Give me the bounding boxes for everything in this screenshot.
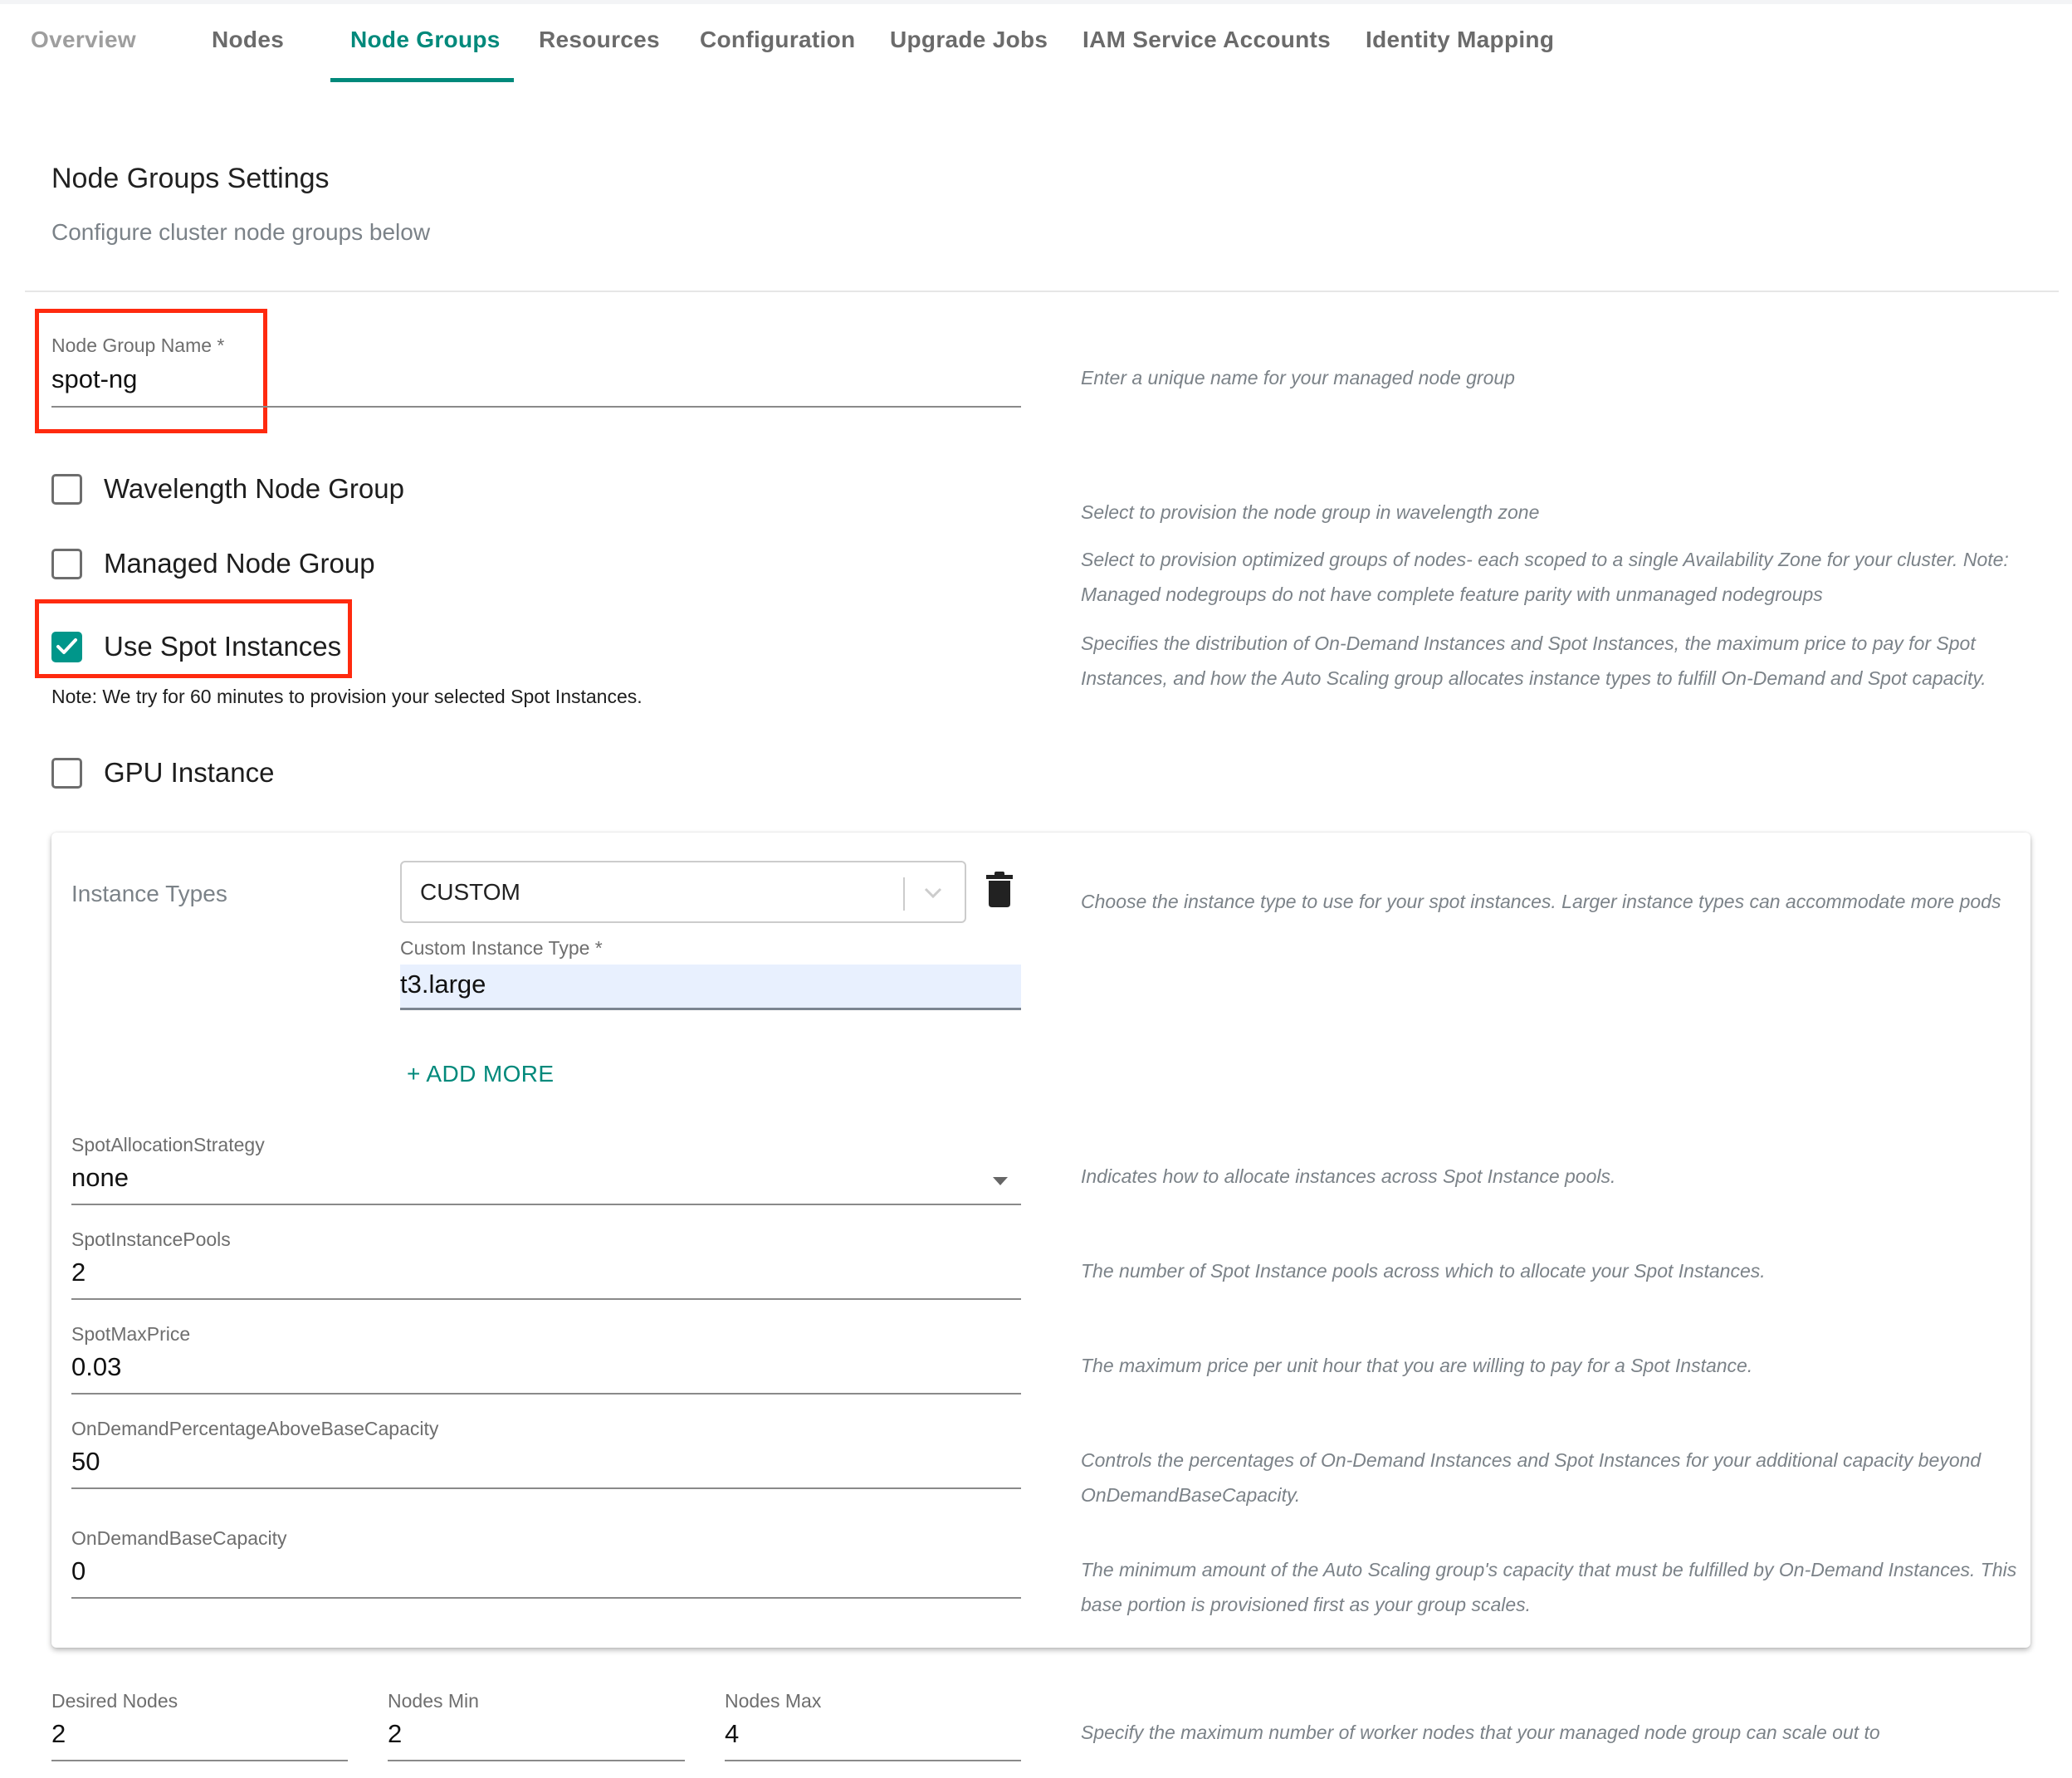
spot-note: Note: We try for 60 minutes to provision… [51,686,643,707]
nodes-max-input[interactable]: 4 [725,1719,739,1749]
chevron-down-icon [922,882,944,907]
spot-allocation-strategy-underline [71,1204,1021,1205]
spot-max-price-underline [71,1393,1021,1395]
instance-type-select-value: CUSTOM [420,879,520,905]
spot-config-card [51,833,2030,1648]
instance-types-label: Instance Types [71,881,227,906]
checkbox-unchecked-icon [51,548,82,579]
tab-nodes[interactable]: Nodes [212,27,284,53]
tab-resources[interactable]: Resources [539,27,660,53]
spot-allocation-strategy-help: Indicates how to allocate instances acro… [1081,1165,1616,1187]
top-strip [0,0,2072,4]
gpu-instance-checkbox[interactable]: GPU Instance [51,757,274,789]
on-demand-percentage-underline [71,1487,1021,1489]
spot-instance-pools-underline [71,1298,1021,1300]
on-demand-percentage-input[interactable]: 50 [71,1447,100,1477]
tab-configuration[interactable]: Configuration [700,27,855,53]
header-divider [25,291,2059,292]
gpu-instance-label: GPU Instance [104,757,275,788]
spot-instance-pools-input[interactable]: 2 [71,1258,86,1287]
page-title: Node Groups Settings [51,163,330,194]
custom-instance-type-label: Custom Instance Type * [400,937,603,959]
managed-node-group-checkbox[interactable]: Managed Node Group [51,548,375,579]
node-group-name-input[interactable]: spot-ng [51,364,137,394]
dropdown-arrow-icon[interactable] [993,1177,1008,1185]
desired-nodes-label: Desired Nodes [51,1690,178,1712]
nodes-scaling-help: Specify the maximum number of worker nod… [1081,1722,1880,1743]
custom-instance-type-value: t3.large [400,970,486,999]
add-more-button[interactable]: + ADD MORE [407,1061,554,1087]
on-demand-base-capacity-underline [71,1597,1021,1599]
on-demand-percentage-help: Controls the percentages of On-Demand In… [1081,1449,1982,1506]
active-tab-indicator [330,78,514,82]
use-spot-instances-label: Use Spot Instances [104,631,342,662]
nodes-max-underline [725,1760,1021,1761]
checkbox-unchecked-icon [51,757,82,789]
tab-identity-mapping[interactable]: Identity Mapping [1366,27,1554,53]
spot-instance-pools-help: The number of Spot Instance pools across… [1081,1260,1766,1282]
wavelength-help: Select to provision the node group in wa… [1081,501,1540,523]
checkbox-checked-icon [51,631,82,662]
wavelength-node-group-checkbox[interactable]: Wavelength Node Group [51,473,404,505]
tab-node-groups[interactable]: Node Groups [350,27,501,53]
spot-max-price-label: SpotMaxPrice [71,1323,191,1345]
delete-instance-type-button[interactable] [985,872,1014,912]
instance-types-help: Choose the instance type to use for your… [1081,891,2001,912]
node-group-name-label: Node Group Name * [51,335,225,356]
spot-max-price-help: The maximum price per unit hour that you… [1081,1355,1753,1376]
node-group-name-underline [51,406,1021,408]
custom-instance-type-input[interactable]: t3.large [400,965,1021,1010]
instance-type-select[interactable]: CUSTOM [400,861,966,923]
spot-allocation-strategy-label: SpotAllocationStrategy [71,1134,265,1155]
on-demand-base-capacity-input[interactable]: 0 [71,1556,86,1586]
spot-instance-pools-label: SpotInstancePools [71,1228,231,1250]
tab-overview[interactable]: Overview [31,27,136,53]
managed-node-group-help: Select to provision optimized groups of … [1081,549,2009,605]
page-subtitle: Configure cluster node groups below [51,219,431,245]
wavelength-node-group-label: Wavelength Node Group [104,473,404,504]
nodes-min-input[interactable]: 2 [388,1719,402,1749]
nodes-min-label: Nodes Min [388,1690,479,1712]
nodes-max-label: Nodes Max [725,1690,822,1712]
nodes-min-underline [388,1760,685,1761]
trash-icon [986,872,1013,907]
use-spot-instances-checkbox[interactable]: Use Spot Instances [51,631,341,662]
on-demand-base-capacity-label: OnDemandBaseCapacity [71,1527,287,1549]
on-demand-percentage-label: OnDemandPercentageAboveBaseCapacity [71,1418,439,1439]
desired-nodes-underline [51,1760,348,1761]
tab-iam-service-accounts[interactable]: IAM Service Accounts [1082,27,1331,53]
spot-allocation-strategy-select[interactable]: none [71,1163,129,1193]
on-demand-base-capacity-help: The minimum amount of the Auto Scaling g… [1081,1559,2017,1615]
managed-node-group-label: Managed Node Group [104,548,375,579]
spot-instances-help: Specifies the distribution of On-Demand … [1081,633,1986,689]
spot-max-price-input[interactable]: 0.03 [71,1352,121,1382]
node-group-name-help: Enter a unique name for your managed nod… [1081,367,1515,388]
desired-nodes-input[interactable]: 2 [51,1719,66,1749]
checkbox-unchecked-icon [51,473,82,505]
select-separator [903,877,905,911]
tab-upgrade-jobs[interactable]: Upgrade Jobs [890,27,1048,53]
